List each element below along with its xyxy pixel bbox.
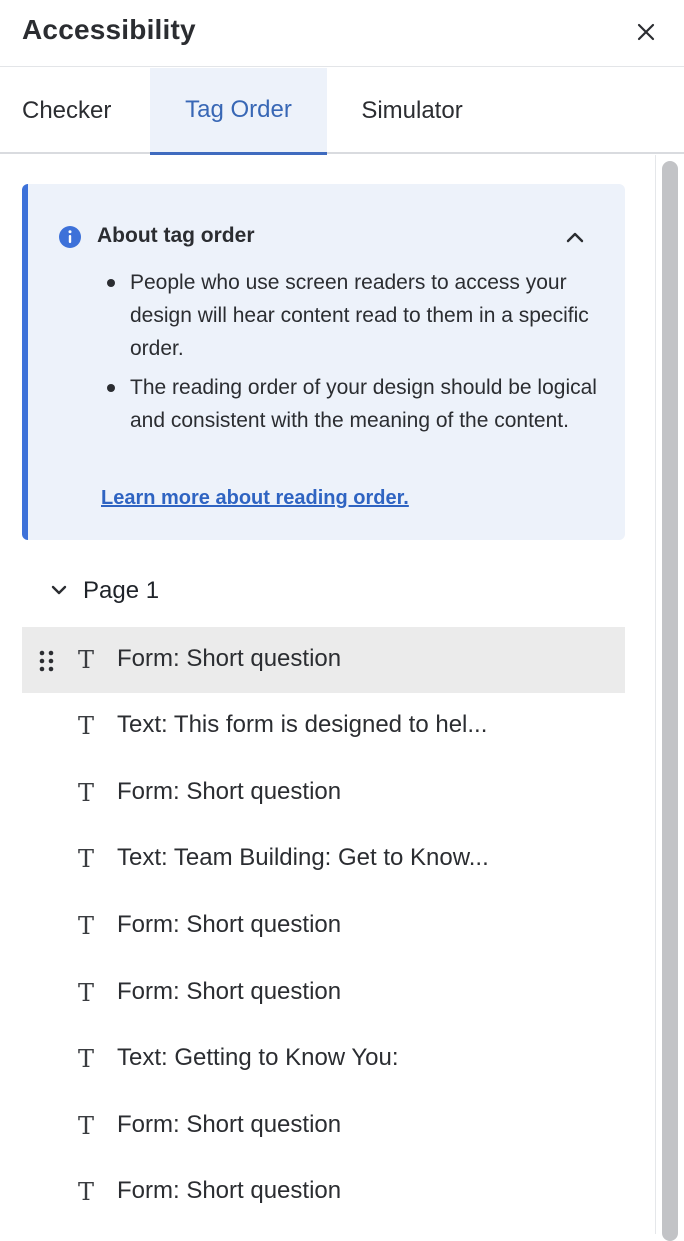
tag-item[interactable]: T Form: Short question bbox=[22, 960, 625, 1026]
about-tag-order-box: About tag order People who use screen re… bbox=[22, 184, 625, 540]
tag-label: Form: Short question bbox=[117, 1111, 342, 1138]
text-tag-icon: T bbox=[78, 646, 95, 674]
tag-label: Form: Short question bbox=[117, 645, 342, 672]
text-tag-icon: T bbox=[78, 845, 95, 873]
tab-checker[interactable]: Checker bbox=[0, 68, 150, 154]
info-bullet: The reading order of your design should … bbox=[104, 371, 604, 437]
close-icon bbox=[637, 23, 655, 41]
chevron-down-icon bbox=[51, 585, 67, 595]
panel-header: Accessibility bbox=[0, 0, 684, 67]
tag-item[interactable]: T Form: Short question bbox=[22, 1093, 625, 1159]
tag-label: Form: Short question bbox=[117, 911, 342, 938]
info-bullets: People who use screen readers to access … bbox=[104, 266, 604, 443]
tag-item[interactable]: T Form: Short question bbox=[22, 1159, 625, 1225]
tag-label: Text: Team Building: Get to Know... bbox=[117, 844, 489, 871]
scrollbar[interactable] bbox=[655, 155, 684, 1241]
info-bullet: People who use screen readers to access … bbox=[104, 266, 604, 365]
text-tag-icon: T bbox=[78, 1045, 95, 1073]
tab-bar: Checker Tag Order Simulator bbox=[0, 68, 684, 155]
tag-item[interactable]: T Text: Getting to Know You: bbox=[22, 1026, 625, 1092]
close-button[interactable] bbox=[630, 16, 662, 48]
tag-order-panel: About tag order People who use screen re… bbox=[0, 155, 655, 1234]
learn-more-link[interactable]: Learn more about reading order. bbox=[101, 487, 409, 510]
tag-label: Text: Getting to Know You: bbox=[117, 1044, 399, 1071]
tag-item[interactable]: T Form: Short question bbox=[22, 760, 625, 826]
chevron-up-icon[interactable] bbox=[562, 224, 588, 250]
panel-title: Accessibility bbox=[22, 14, 196, 45]
tag-item[interactable]: T Form: Short question bbox=[22, 627, 625, 693]
info-title: About tag order bbox=[97, 224, 255, 247]
scrollbar-thumb[interactable] bbox=[662, 161, 678, 1241]
text-tag-icon: T bbox=[78, 779, 95, 807]
tree-page-1[interactable]: Page 1 bbox=[22, 563, 625, 617]
tag-label: Form: Short question bbox=[117, 1177, 342, 1204]
tag-label: Form: Short question bbox=[117, 978, 342, 1005]
tag-label: Form: Short question bbox=[117, 778, 342, 805]
text-tag-icon: T bbox=[78, 712, 95, 740]
info-icon bbox=[59, 226, 81, 248]
page-label: Page 1 bbox=[83, 577, 160, 604]
text-tag-icon: T bbox=[78, 1178, 95, 1206]
tab-tag-order[interactable]: Tag Order bbox=[150, 68, 327, 155]
drag-handle-icon[interactable] bbox=[38, 649, 56, 673]
tab-simulator[interactable]: Simulator bbox=[327, 68, 497, 154]
tag-item[interactable]: T Form: Short question bbox=[22, 893, 625, 959]
text-tag-icon: T bbox=[78, 912, 95, 940]
text-tag-icon: T bbox=[78, 1112, 95, 1140]
tag-label: Text: This form is designed to hel... bbox=[117, 711, 488, 738]
tag-item[interactable]: T Text: This form is designed to hel... bbox=[22, 693, 625, 759]
tag-item[interactable]: T Text: Team Building: Get to Know... bbox=[22, 826, 625, 892]
text-tag-icon: T bbox=[78, 979, 95, 1007]
